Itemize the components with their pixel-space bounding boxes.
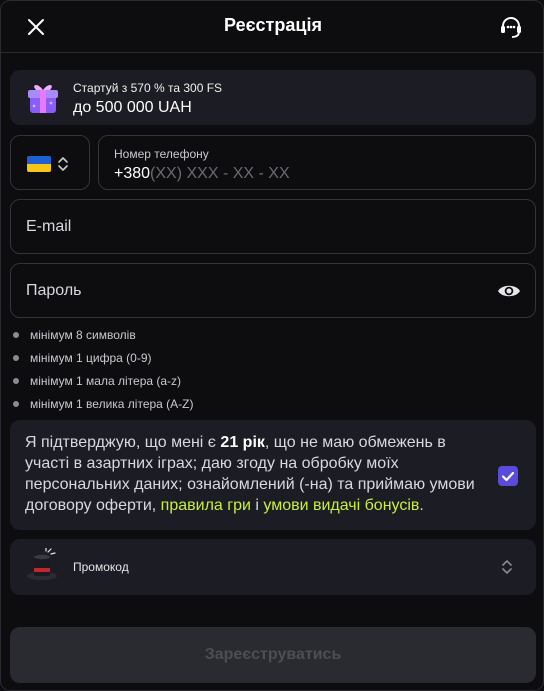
email-field[interactable]: E-mail xyxy=(10,199,536,254)
email-placeholder: E-mail xyxy=(26,218,72,235)
password-field[interactable]: Пароль xyxy=(10,263,536,318)
phone-placeholder: (XX) XXX - XX - XX xyxy=(150,165,290,182)
game-rules-link[interactable]: правила гри xyxy=(161,497,251,514)
welcome-bonus-banner: Стартуй з 570 % та 300 FS до 500 000 UAH xyxy=(10,70,536,125)
registration-modal: Реєстрація Стартуй з 570 % та 300 FS до … xyxy=(0,0,544,691)
chevron-updown-icon xyxy=(502,560,512,574)
bonus-terms-link[interactable]: умови видачі бонусів xyxy=(263,497,419,514)
promo-headline: Стартуй з 570 % та 300 FS xyxy=(73,81,223,95)
phone-field[interactable]: Номер телефону +380(XX) XXX - XX - XX xyxy=(98,135,536,190)
support-button[interactable] xyxy=(497,13,525,41)
phone-prefix: +380 xyxy=(114,165,151,182)
checkmark-icon xyxy=(501,471,515,482)
password-rule: мінімум 1 мала літера (a-z) xyxy=(13,374,194,397)
promocode-toggle[interactable]: Промокод xyxy=(10,539,536,595)
country-code-select[interactable] xyxy=(10,135,90,190)
chevron-updown-icon xyxy=(58,157,68,171)
modal-header: Реєстрація xyxy=(1,1,543,53)
password-rule: мінімум 8 символів xyxy=(13,328,194,351)
magic-hat-icon xyxy=(24,547,60,584)
consent-checkbox[interactable] xyxy=(498,466,518,486)
password-rules-list: мінімум 8 символів мінімум 1 цифра (0-9)… xyxy=(13,328,194,420)
promo-amount: до 500 000 UAH xyxy=(73,99,192,116)
phone-input[interactable]: +380(XX) XXX - XX - XX xyxy=(114,165,290,183)
page-title: Реєстрація xyxy=(224,15,322,35)
show-password-button[interactable] xyxy=(497,281,521,301)
password-placeholder: Пароль xyxy=(26,282,82,299)
gift-icon xyxy=(24,79,62,117)
password-rule: мінімум 1 цифра (0-9) xyxy=(13,351,194,374)
ukraine-flag-icon xyxy=(27,156,51,172)
password-rule: мінімум 1 велика літера (A-Z) xyxy=(13,397,194,420)
consent-text: Я підтверджую, що мені є 21 рік, що не м… xyxy=(25,434,475,514)
eye-icon xyxy=(498,285,520,297)
headset-icon xyxy=(501,17,521,38)
register-button[interactable]: Зареєструватись xyxy=(10,627,536,683)
phone-label: Номер телефону xyxy=(114,147,209,161)
promocode-label: Промокод xyxy=(73,560,129,574)
consent-block: Я підтверджую, що мені є 21 рік, що не м… xyxy=(10,420,536,530)
